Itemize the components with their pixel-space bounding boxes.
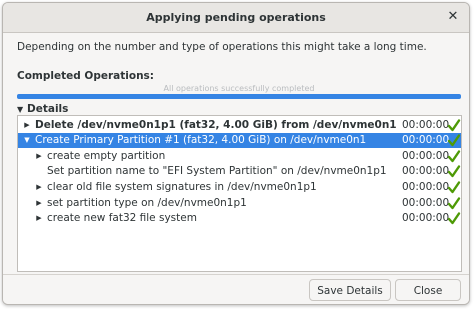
operation-step-row[interactable]: ▶ set partition type on /dev/nvme0n1p1 00:… <box>18 196 461 211</box>
operation-time: 00:00:00 <box>402 119 450 131</box>
chevron-right-icon[interactable]: ▶ <box>34 211 44 226</box>
operation-step-row[interactable]: ▶ clear old file system signatures in /de… <box>18 180 461 195</box>
check-icon <box>447 212 461 225</box>
progress-status-text: All operations successfully completed <box>163 84 315 93</box>
operation-step-row[interactable]: ▶ create empty partition 00:00:00 <box>18 149 461 164</box>
operation-step-row[interactable]: ▶ create new fat32 file system 00:00:00 <box>18 211 461 226</box>
operation-step-row[interactable]: Set partition name to "EFI System Partit… <box>18 164 461 179</box>
operation-time: 00:00:00 <box>402 150 450 162</box>
check-icon <box>447 119 461 132</box>
progress-bar: All operations successfully completed <box>17 84 461 99</box>
operation-label: Delete /dev/nvme0n1p1 (fat32, 4.00 GiB) … <box>35 119 397 131</box>
operation-time: 00:00:00 <box>402 197 450 209</box>
chevron-down-icon[interactable]: ▼ <box>22 133 32 148</box>
check-icon <box>447 150 461 163</box>
chevron-right-icon[interactable]: ▶ <box>34 196 44 211</box>
chevron-down-icon: ▼ <box>17 105 24 114</box>
check-icon <box>447 197 461 210</box>
operation-row[interactable]: ▼ Create Primary Partition #1 (fat32, 4.0… <box>18 133 461 148</box>
operation-time: 00:00:00 <box>402 212 450 224</box>
details-label: Details <box>27 103 69 115</box>
close-button[interactable]: Close <box>395 279 461 301</box>
save-details-button[interactable]: Save Details <box>309 279 391 301</box>
completed-operations-label: Completed Operations: <box>17 70 154 82</box>
details-expander[interactable]: ▼ Details <box>17 103 68 115</box>
operation-time: 00:00:00 <box>402 181 450 193</box>
operation-label: clear old file system signatures in /dev… <box>47 181 317 193</box>
operation-label: Set partition name to "EFI System Partit… <box>47 165 387 177</box>
title-bar: Applying pending operations ✕ <box>3 3 469 33</box>
operation-row[interactable]: ▶ Delete /dev/nvme0n1p1 (fat32, 4.00 GiB)… <box>18 118 461 133</box>
operation-label: create empty partition <box>47 150 166 162</box>
progress-fill <box>17 94 461 99</box>
operation-time: 00:00:00 <box>402 165 450 177</box>
operations-tree[interactable]: ▶ Delete /dev/nvme0n1p1 (fat32, 4.00 GiB)… <box>17 115 462 272</box>
check-icon <box>447 134 461 147</box>
dialog-window: Applying pending operations ✕ Depending … <box>2 2 470 305</box>
check-icon <box>447 165 461 178</box>
chevron-right-icon[interactable]: ▶ <box>34 180 44 195</box>
chevron-right-icon[interactable]: ▶ <box>34 149 44 164</box>
operation-label: set partition type on /dev/nvme0n1p1 <box>47 197 247 209</box>
info-message: Depending on the number and type of oper… <box>17 41 427 53</box>
dialog-footer: Save Details Close <box>3 274 469 304</box>
operation-label: Create Primary Partition #1 (fat32, 4.00… <box>35 134 367 146</box>
operation-label: create new fat32 file system <box>47 212 197 224</box>
dialog-title: Applying pending operations <box>146 11 326 24</box>
chevron-right-icon[interactable]: ▶ <box>22 118 32 133</box>
operation-time: 00:00:00 <box>402 134 450 146</box>
close-icon[interactable]: ✕ <box>445 9 461 25</box>
check-icon <box>447 181 461 194</box>
